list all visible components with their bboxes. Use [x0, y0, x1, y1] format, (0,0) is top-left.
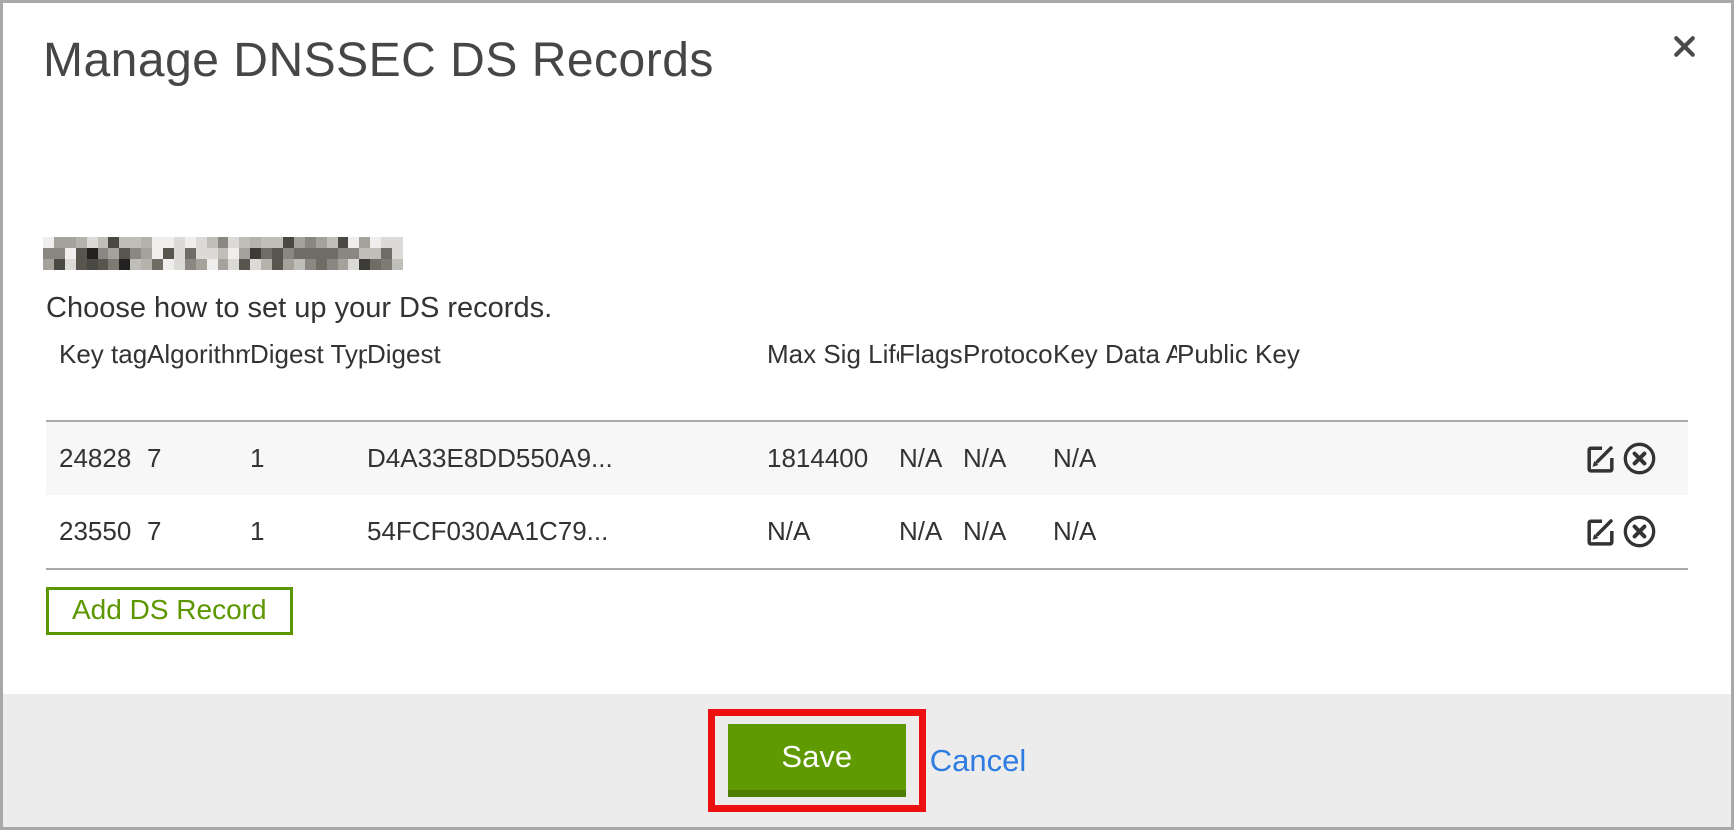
add-ds-record-button[interactable]: Add DS Record [46, 587, 293, 635]
cell-key-data-alg: N/A [1053, 495, 1177, 569]
col-header-digest: Digest [367, 333, 767, 421]
page-title: Manage DNSSEC DS Records [43, 33, 1691, 88]
row-actions [1307, 421, 1688, 495]
col-header-max-sig-life: Max Sig Life [767, 333, 899, 421]
modal-footer: Save Cancel [3, 694, 1731, 827]
col-header-algorithm: Algorithm [147, 333, 250, 421]
cell-flags: N/A [899, 421, 963, 495]
delete-icon [1621, 440, 1658, 477]
edit-icon [1582, 513, 1619, 550]
modal-header: Manage DNSSEC DS Records [3, 3, 1731, 88]
cell-max-sig-life: 1814400 [767, 421, 899, 495]
col-header-actions [1307, 333, 1688, 421]
cell-public-key [1177, 421, 1307, 495]
table-header-row: Key tag Algorithm Digest Type Digest Max… [46, 333, 1688, 421]
cell-key-data-alg: N/A [1053, 421, 1177, 495]
cell-protocol: N/A [963, 421, 1053, 495]
table-row: 23550 7 1 54FCF030AA1C79... N/A N/A N/A … [46, 495, 1688, 569]
edit-icon [1582, 440, 1619, 477]
cell-max-sig-life: N/A [767, 495, 899, 569]
edit-record-button[interactable] [1582, 513, 1619, 550]
col-header-digest-type: Digest Type [250, 333, 367, 421]
cell-digest-type: 1 [250, 421, 367, 495]
cell-digest: 54FCF030AA1C79... [367, 495, 767, 569]
instruction-text: Choose how to set up your DS records. [46, 292, 1688, 325]
col-header-key-tag: Key tag [46, 333, 147, 421]
cell-digest-type: 1 [250, 495, 367, 569]
table-row: 24828 7 1 D4A33E8DD550A9... 1814400 N/A … [46, 421, 1688, 495]
row-actions [1307, 495, 1688, 569]
manage-dnssec-modal: Manage DNSSEC DS Records Choose how to s… [0, 0, 1734, 830]
redacted-domain-name [43, 237, 403, 270]
cell-public-key [1177, 495, 1307, 569]
modal-body: Choose how to set up your DS records. Ke… [3, 237, 1731, 635]
cell-algorithm: 7 [147, 495, 250, 569]
cell-key-tag: 24828 [46, 421, 147, 495]
delete-icon [1621, 513, 1658, 550]
delete-record-button[interactable] [1621, 513, 1658, 550]
edit-record-button[interactable] [1582, 440, 1619, 477]
cell-protocol: N/A [963, 495, 1053, 569]
close-button[interactable] [1667, 29, 1701, 63]
cell-flags: N/A [899, 495, 963, 569]
close-icon [1669, 31, 1700, 62]
cell-digest: D4A33E8DD550A9... [367, 421, 767, 495]
save-button-annotation-box: Save [708, 709, 926, 812]
col-header-flags: Flags [899, 333, 963, 421]
col-header-public-key: Public Key [1177, 333, 1307, 421]
ds-records-table: Key tag Algorithm Digest Type Digest Max… [46, 333, 1688, 570]
save-button[interactable]: Save [728, 724, 906, 797]
cell-algorithm: 7 [147, 421, 250, 495]
col-header-protocol: Protocol [963, 333, 1053, 421]
cell-key-tag: 23550 [46, 495, 147, 569]
cancel-link[interactable]: Cancel [930, 743, 1027, 779]
col-header-key-data-alg: Key Data Alg [1053, 333, 1177, 421]
delete-record-button[interactable] [1621, 440, 1658, 477]
